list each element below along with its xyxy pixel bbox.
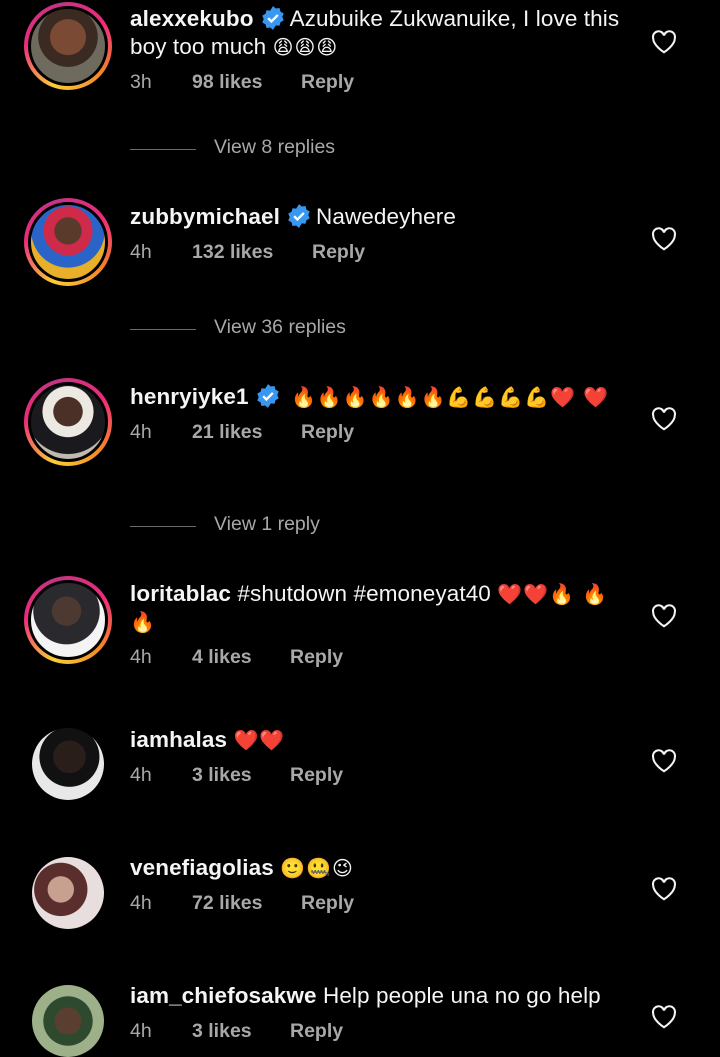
likes-count[interactable]: 4 likes bbox=[192, 646, 252, 669]
comment-time: 4h bbox=[130, 764, 152, 786]
comment-text: Help people una no go help bbox=[322, 983, 601, 1008]
comment-time: 3h bbox=[130, 71, 152, 93]
comment-time: 4h bbox=[130, 892, 152, 914]
like-heart-icon[interactable] bbox=[651, 877, 677, 901]
likes-count[interactable]: 72 likes bbox=[192, 892, 262, 915]
username[interactable]: loritablac bbox=[130, 581, 231, 606]
comment-emojis: 🔥🔥🔥🔥🔥🔥💪💪💪💪❤️ ❤️ bbox=[290, 385, 610, 409]
comment-time: 4h bbox=[130, 646, 152, 668]
like-heart-icon[interactable] bbox=[651, 227, 677, 251]
like-heart-icon[interactable] bbox=[651, 749, 677, 773]
verified-badge-icon bbox=[288, 204, 310, 228]
divider-line bbox=[130, 329, 196, 330]
username[interactable]: alexxekubo bbox=[130, 6, 254, 31]
divider-line bbox=[130, 149, 196, 150]
comment-text: Nawedeyhere bbox=[316, 204, 456, 229]
verified-badge-icon bbox=[261, 6, 284, 30]
verified-badge-icon bbox=[256, 384, 279, 408]
username[interactable]: henryiyke1 bbox=[130, 384, 249, 409]
avatar[interactable] bbox=[32, 985, 104, 1057]
comment-time: 4h bbox=[130, 421, 152, 443]
like-heart-icon[interactable] bbox=[651, 30, 677, 54]
comment-time: 4h bbox=[130, 241, 152, 263]
view-replies-label: View 36 replies bbox=[214, 316, 346, 338]
username[interactable]: iam_chiefosakwe bbox=[130, 983, 317, 1008]
divider-line bbox=[130, 526, 196, 527]
comment-emojis: 😩😩😩 bbox=[272, 35, 339, 59]
username[interactable]: venefiagolias bbox=[130, 855, 274, 880]
like-heart-icon[interactable] bbox=[651, 1005, 677, 1029]
likes-count[interactable]: 98 likes bbox=[192, 71, 262, 94]
likes-count[interactable]: 132 likes bbox=[192, 241, 273, 264]
avatar[interactable] bbox=[32, 728, 104, 800]
likes-count[interactable]: 21 likes bbox=[192, 421, 262, 444]
view-replies-label: View 8 replies bbox=[214, 136, 336, 158]
comment-emojis: ❤️❤️ bbox=[233, 728, 286, 752]
reply-button[interactable]: Reply bbox=[301, 71, 354, 94]
reply-button[interactable]: Reply bbox=[312, 241, 365, 264]
username[interactable]: zubbymichael bbox=[130, 204, 280, 229]
avatar[interactable] bbox=[24, 198, 112, 286]
likes-count[interactable]: 3 likes bbox=[192, 764, 252, 787]
reply-button[interactable]: Reply bbox=[290, 646, 343, 669]
like-heart-icon[interactable] bbox=[651, 407, 677, 431]
view-replies-label: View 1 reply bbox=[214, 513, 320, 535]
reply-button[interactable]: Reply bbox=[301, 421, 354, 444]
username[interactable]: iamhalas bbox=[130, 727, 227, 752]
avatar[interactable] bbox=[24, 378, 112, 466]
avatar[interactable] bbox=[32, 857, 104, 929]
like-heart-icon[interactable] bbox=[651, 604, 677, 628]
avatar[interactable] bbox=[24, 2, 112, 90]
reply-button[interactable]: Reply bbox=[301, 892, 354, 915]
comment-emojis: 🙂🤐😉 bbox=[280, 856, 354, 880]
reply-button[interactable]: Reply bbox=[290, 764, 343, 787]
avatar[interactable] bbox=[24, 576, 112, 664]
comment-text: #shutdown #emoneyat40 bbox=[237, 581, 491, 606]
